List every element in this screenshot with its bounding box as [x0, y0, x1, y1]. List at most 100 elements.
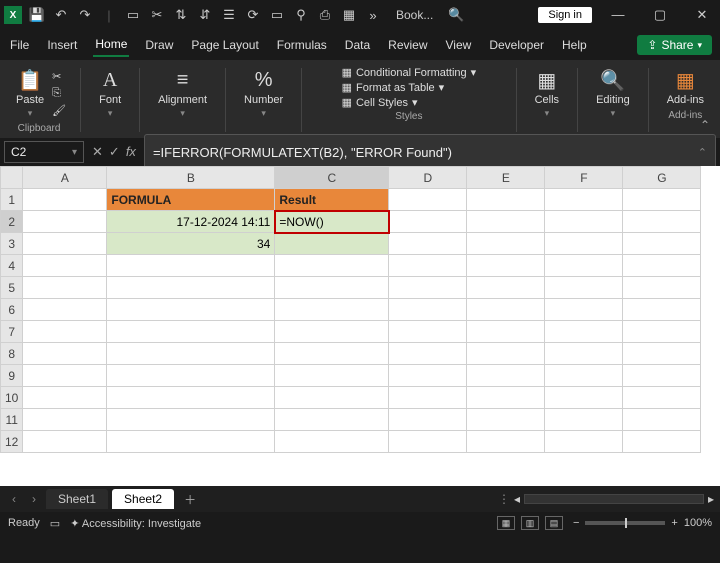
format-painter-button[interactable]: 🖌	[52, 104, 66, 117]
minimize-button[interactable]: —	[604, 7, 632, 23]
tab-file[interactable]: File	[8, 34, 31, 56]
tab-help[interactable]: Help	[560, 34, 589, 56]
cell-c1[interactable]: Result	[275, 189, 389, 211]
cells-button[interactable]: ▦ Cells ▾	[531, 66, 563, 121]
tab-developer[interactable]: Developer	[487, 34, 546, 56]
touch-icon[interactable]: ☰	[220, 6, 238, 24]
cell-a3[interactable]	[23, 233, 107, 255]
alignment-button[interactable]: ≡ Alignment ▾	[154, 66, 211, 121]
conditional-formatting-button[interactable]: ▦ Conditional Formatting ▾	[342, 66, 477, 79]
zoom-out-button[interactable]: −	[573, 517, 579, 529]
row-header-12[interactable]: 12	[1, 431, 23, 453]
copy-button[interactable]: ⎘	[52, 87, 66, 100]
row-header-4[interactable]: 4	[1, 255, 23, 277]
tab-review[interactable]: Review	[386, 34, 429, 56]
tab-formulas[interactable]: Formulas	[275, 34, 329, 56]
accessibility-status[interactable]: ✦ Accessibility: Investigate	[70, 517, 201, 530]
tab-home[interactable]: Home	[93, 33, 129, 57]
name-box[interactable]: C2 ▾	[4, 141, 84, 163]
camera-icon[interactable]: ⎙	[316, 6, 334, 24]
ribbon-collapse-button[interactable]: ⌃	[700, 118, 710, 132]
cell-a1[interactable]	[23, 189, 107, 211]
addins-button[interactable]: ▦ Add-ins	[663, 66, 708, 108]
sheet-nav-prev[interactable]: ‹	[6, 492, 22, 506]
chevron-down-icon[interactable]: ▾	[72, 147, 77, 158]
row-header-7[interactable]: 7	[1, 321, 23, 343]
share-button[interactable]: ⇪ Share ▾	[637, 35, 712, 55]
col-header-b[interactable]: B	[107, 167, 275, 189]
zoom-level[interactable]: 100%	[684, 517, 712, 529]
sort-desc-icon[interactable]: ⇵	[196, 6, 214, 24]
document-name[interactable]: Book...	[396, 8, 433, 22]
expand-formula-bar-icon[interactable]: ⌃	[698, 146, 707, 159]
page-break-view-button[interactable]: ▤	[545, 516, 563, 530]
refresh-icon[interactable]: ⟳	[244, 6, 262, 24]
cell-styles-button[interactable]: ▦ Cell Styles ▾	[342, 96, 418, 109]
formula-bar[interactable]: =IFERROR(FORMULATEXT(B2), "ERROR Found")…	[144, 134, 716, 170]
undo-icon[interactable]: ↶	[52, 6, 70, 24]
filter-icon[interactable]: ⚲	[292, 6, 310, 24]
col-header-e[interactable]: E	[467, 167, 545, 189]
scroll-track[interactable]	[524, 494, 704, 504]
tab-draw[interactable]: Draw	[143, 34, 175, 56]
sign-in-button[interactable]: Sign in	[538, 7, 592, 23]
form-icon[interactable]: ▦	[340, 6, 358, 24]
format-as-table-button[interactable]: ▦ Format as Table ▾	[342, 81, 445, 94]
sort-asc-icon[interactable]: ⇅	[172, 6, 190, 24]
normal-view-button[interactable]: ▦	[497, 516, 515, 530]
page-layout-view-button[interactable]: ▥	[521, 516, 539, 530]
tab-insert[interactable]: Insert	[45, 34, 79, 56]
spreadsheet-grid[interactable]: A B C D E F G 1 FORMULA Result 2 17-12-2…	[0, 166, 720, 486]
number-button[interactable]: % Number ▾	[240, 66, 287, 121]
row-header-3[interactable]: 3	[1, 233, 23, 255]
col-header-d[interactable]: D	[389, 167, 467, 189]
row-header-11[interactable]: 11	[1, 409, 23, 431]
col-header-g[interactable]: G	[623, 167, 701, 189]
zoom-in-button[interactable]: +	[671, 517, 677, 529]
cut-icon[interactable]: ✂	[148, 6, 166, 24]
row-header-6[interactable]: 6	[1, 299, 23, 321]
editing-button[interactable]: 🔍 Editing ▾	[592, 66, 634, 121]
add-sheet-button[interactable]: ＋	[184, 491, 196, 508]
font-button[interactable]: A Font ▾	[95, 66, 125, 121]
tab-page-layout[interactable]: Page Layout	[189, 34, 260, 56]
sheet-tab-1[interactable]: Sheet1	[46, 489, 108, 509]
col-header-a[interactable]: A	[23, 167, 107, 189]
row-header-10[interactable]: 10	[1, 387, 23, 409]
horizontal-scrollbar[interactable]: ◂ ▸	[514, 492, 714, 506]
cancel-formula-icon[interactable]: ✕	[92, 144, 103, 160]
sheet-nav-next[interactable]: ›	[26, 492, 42, 506]
search-icon[interactable]: 🔍	[447, 6, 465, 24]
cell-b1[interactable]: FORMULA	[107, 189, 275, 211]
col-header-c[interactable]: C	[275, 167, 389, 189]
close-button[interactable]: ✕	[688, 7, 716, 23]
sheet-tab-2[interactable]: Sheet2	[112, 489, 174, 509]
row-header-9[interactable]: 9	[1, 365, 23, 387]
maximize-button[interactable]: ▢	[646, 7, 674, 23]
select-all-corner[interactable]	[1, 167, 23, 189]
qat-more-icon[interactable]: »	[364, 6, 382, 24]
row-header-1[interactable]: 1	[1, 189, 23, 211]
cell-c2[interactable]: =NOW()	[275, 211, 389, 233]
fx-icon[interactable]: fx	[126, 144, 136, 160]
cell-b2[interactable]: 17-12-2024 14:11	[107, 211, 275, 233]
save-icon[interactable]: 💾	[28, 6, 46, 24]
cut-button[interactable]: ✂	[52, 70, 66, 83]
redo-icon[interactable]: ↷	[76, 6, 94, 24]
new-file-icon[interactable]: ▭	[124, 6, 142, 24]
row-header-8[interactable]: 8	[1, 343, 23, 365]
paste-button[interactable]: 📋 Paste ▾	[12, 66, 48, 121]
row-header-2[interactable]: 2	[1, 211, 23, 233]
cell-a2[interactable]	[23, 211, 107, 233]
macro-record-icon[interactable]: ▭	[50, 517, 60, 530]
row-header-5[interactable]: 5	[1, 277, 23, 299]
col-header-f[interactable]: F	[545, 167, 623, 189]
cell-c3[interactable]	[275, 233, 389, 255]
zoom-slider[interactable]	[585, 521, 665, 525]
cell-d1[interactable]	[389, 189, 467, 211]
scroll-left-icon[interactable]: ◂	[514, 492, 520, 506]
scroll-right-icon[interactable]: ▸	[708, 492, 714, 506]
cell-b3[interactable]: 34	[107, 233, 275, 255]
print-icon[interactable]: ▭	[268, 6, 286, 24]
tab-data[interactable]: Data	[343, 34, 372, 56]
